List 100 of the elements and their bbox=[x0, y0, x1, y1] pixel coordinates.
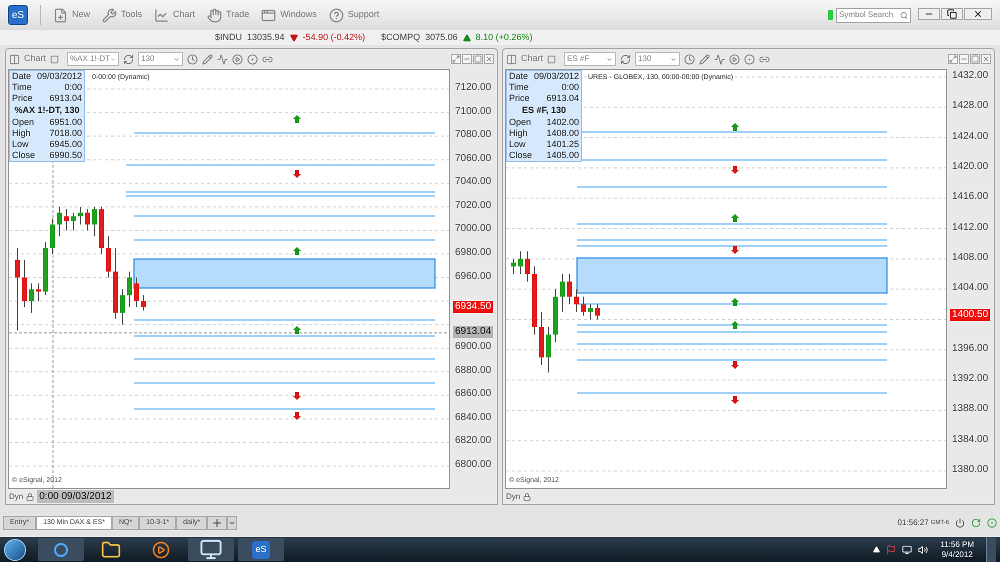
price-marker: 6913.04 bbox=[453, 326, 494, 338]
info-label: Price bbox=[12, 93, 33, 104]
axis-label: 7100.00 bbox=[455, 104, 492, 119]
axis-label: 6800.00 bbox=[455, 458, 492, 472]
network-icon[interactable] bbox=[902, 544, 912, 554]
help-icon bbox=[328, 8, 344, 22]
start-button[interactable] bbox=[4, 538, 26, 560]
circle-icon[interactable] bbox=[247, 54, 258, 64]
candlestick bbox=[85, 208, 90, 231]
refresh-icon[interactable] bbox=[620, 54, 632, 64]
info-value: 09/03/2012 bbox=[37, 71, 82, 82]
info-label: Close bbox=[509, 150, 532, 161]
axis-label: 1404.00 bbox=[952, 281, 988, 296]
info-label: Time bbox=[12, 82, 32, 93]
candlestick bbox=[127, 271, 132, 308]
caret-icon bbox=[173, 56, 180, 62]
chart-title: Chart bbox=[521, 52, 544, 66]
app-logo: eS bbox=[252, 540, 270, 558]
info-value: 6913.04 bbox=[50, 93, 82, 104]
info-value: 1405.00 bbox=[546, 150, 580, 161]
info-label: Low bbox=[12, 139, 29, 150]
info-value: 1408.00 bbox=[546, 128, 580, 139]
candlestick bbox=[78, 206, 83, 225]
pencil-icon[interactable] bbox=[699, 54, 710, 64]
candlestick bbox=[553, 288, 558, 343]
close-icon[interactable] bbox=[981, 54, 991, 64]
candlestick bbox=[29, 282, 34, 314]
axis-label: 7040.00 bbox=[455, 175, 492, 190]
monitor-icon[interactable] bbox=[188, 538, 234, 561]
info-value: 6913.04 bbox=[546, 93, 580, 104]
clock-icon[interactable] bbox=[684, 54, 696, 64]
axis-label: 1380.00 bbox=[952, 463, 988, 477]
candlestick bbox=[120, 288, 125, 326]
taskbar-time: 11:56 PM bbox=[940, 540, 974, 550]
symbol-dropdown[interactable]: ES #F bbox=[564, 52, 616, 66]
power-icon[interactable] bbox=[955, 518, 965, 528]
pane-icon[interactable] bbox=[506, 54, 517, 64]
axis-label: 1392.00 bbox=[952, 372, 988, 386]
axis-label: 7000.00 bbox=[455, 222, 492, 236]
play-icon[interactable] bbox=[232, 54, 244, 64]
speaker-icon[interactable] bbox=[918, 544, 928, 554]
interval-dropdown[interactable]: 130 bbox=[635, 52, 680, 66]
menu-button[interactable]: New bbox=[53, 8, 90, 22]
candlestick bbox=[574, 288, 579, 312]
wave-icon[interactable] bbox=[714, 54, 726, 64]
status-icon[interactable] bbox=[987, 518, 997, 528]
symbol-search-field[interactable]: Symbol Search bbox=[836, 8, 911, 22]
clock-icon[interactable] bbox=[187, 54, 198, 64]
maximize-icon[interactable] bbox=[970, 54, 980, 64]
price-marker: 1400.50 bbox=[950, 308, 990, 321]
browser-taskbar-icon[interactable] bbox=[38, 538, 84, 561]
axis-label: 6960.00 bbox=[455, 270, 492, 284]
caret-icon bbox=[606, 56, 614, 62]
down-arrow-icon bbox=[293, 412, 301, 420]
menu-button[interactable]: Trade bbox=[207, 8, 250, 22]
menu-button[interactable]: Tools bbox=[102, 8, 142, 22]
candlestick bbox=[141, 294, 146, 311]
close-icon[interactable] bbox=[964, 8, 992, 20]
menu-button[interactable]: Support bbox=[328, 8, 380, 22]
flag-icon[interactable] bbox=[886, 544, 896, 554]
ticker-change: 8.10 (+0.26%) bbox=[476, 30, 532, 44]
down-triangle-icon bbox=[290, 34, 298, 42]
menu-button[interactable]: Chart bbox=[154, 8, 196, 22]
lock-icon[interactable] bbox=[523, 492, 532, 500]
refresh-icon[interactable] bbox=[971, 518, 981, 528]
app-taskbar-button[interactable]: eS bbox=[238, 538, 284, 561]
wave-icon[interactable] bbox=[217, 54, 228, 64]
axis-label: 1396.00 bbox=[952, 342, 988, 356]
axis-label: 1428.00 bbox=[952, 99, 988, 114]
pencil-icon[interactable] bbox=[202, 54, 214, 64]
refresh-icon[interactable] bbox=[123, 54, 134, 64]
tray-expand-icon[interactable] bbox=[873, 546, 880, 553]
add-tab-icon[interactable] bbox=[207, 516, 228, 530]
interval-dropdown[interactable]: 130 bbox=[138, 52, 184, 66]
info-value: 1401.25 bbox=[546, 139, 580, 150]
play-icon[interactable] bbox=[729, 54, 740, 64]
show-desktop-button[interactable] bbox=[986, 537, 996, 562]
axis-label: 6880.00 bbox=[455, 364, 492, 378]
ticker-price: 13035.94 bbox=[247, 30, 285, 44]
pane-icon[interactable] bbox=[9, 54, 20, 64]
circle-icon[interactable] bbox=[744, 54, 756, 64]
candlestick bbox=[581, 296, 586, 316]
close-icon[interactable] bbox=[484, 54, 494, 64]
down-arrow-icon bbox=[731, 396, 739, 404]
app-logo[interactable]: eS bbox=[8, 5, 28, 25]
down-arrow-icon bbox=[293, 392, 301, 400]
info-value: 0:00 bbox=[64, 82, 82, 93]
down-arrow-icon bbox=[731, 166, 739, 174]
clock-time: 01:56:27 bbox=[898, 517, 929, 529]
cursor-time: 0:00 09/03/2012 bbox=[37, 490, 114, 503]
info-label: Time bbox=[509, 82, 529, 93]
minimize-icon[interactable] bbox=[918, 8, 940, 20]
restore-icon[interactable] bbox=[941, 8, 963, 20]
lock-icon[interactable] bbox=[26, 492, 34, 500]
tab-menu-icon[interactable] bbox=[227, 516, 238, 530]
info-value: 09/03/2012 bbox=[534, 71, 580, 82]
menu-button[interactable]: Windows bbox=[261, 8, 317, 22]
maximize-icon[interactable] bbox=[473, 54, 483, 64]
symbol-dropdown[interactable]: %AX 1!-DT bbox=[67, 52, 120, 66]
search-icon[interactable] bbox=[900, 10, 908, 20]
